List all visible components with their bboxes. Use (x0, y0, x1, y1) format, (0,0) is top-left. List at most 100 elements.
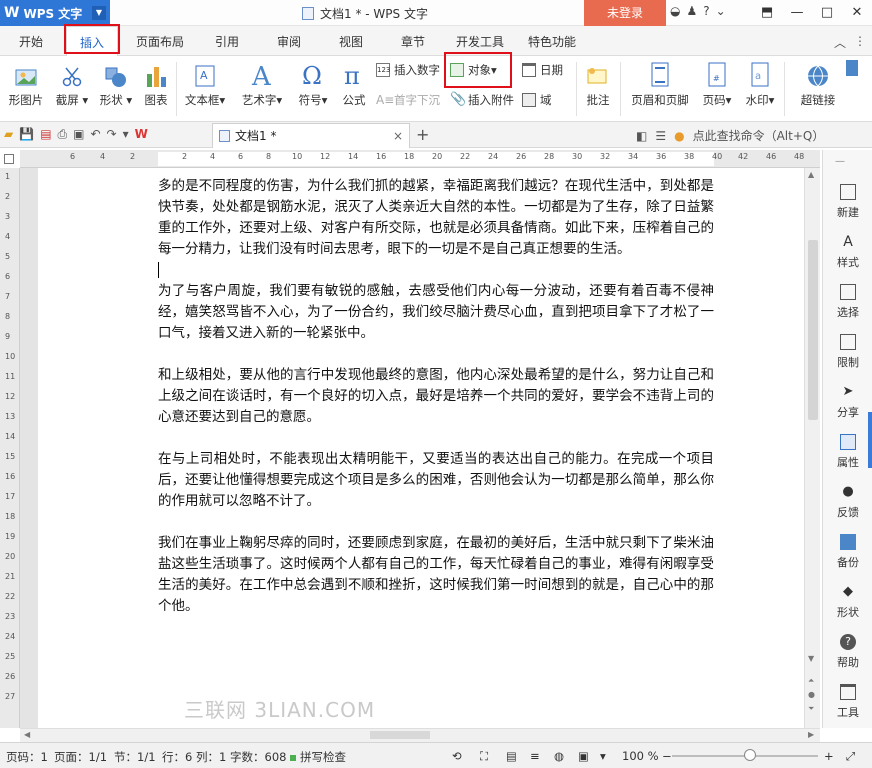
insert-number-button[interactable]: 123 插入数字 (376, 62, 440, 78)
maximize-button[interactable]: □ (812, 0, 842, 26)
login-button[interactable]: 未登录 (584, 0, 666, 26)
tab-special[interactable]: 特色功能 (522, 26, 582, 56)
close-tab-icon[interactable]: × (393, 124, 403, 148)
side-tools-button[interactable]: 工具 (823, 684, 872, 720)
fullscreen-view-icon[interactable]: ⛶ (480, 749, 488, 764)
page-number-button[interactable]: # 页码▾ (698, 60, 736, 108)
next-page-icon[interactable]: ⏷ (808, 704, 814, 714)
panel-toggle-icon[interactable]: — (835, 156, 845, 167)
side-style-button[interactable]: A 样式 (823, 234, 872, 270)
print-preview-icon[interactable]: ▣ (73, 127, 84, 142)
ruler-tab-selector[interactable] (4, 154, 14, 164)
side-shapes-button[interactable]: ◆ 形状 (823, 584, 872, 620)
layout-icon[interactable]: ◧ (636, 129, 647, 143)
scroll-left-icon[interactable]: ◀ (24, 730, 30, 739)
shapes-button[interactable]: 形状 ▾ (96, 60, 136, 108)
skin-icon[interactable]: ◒ (670, 4, 680, 18)
document-page[interactable]: 多的是不同程度的伤害，为什么我们抓的越紧，幸福距离我们越远？在现代生活中，到处都… (38, 168, 804, 728)
paragraph[interactable]: 为了与客户周旋，我们要有敏锐的感触，去感受他们内心每一分波动，还要有着百毒不侵神… (158, 281, 714, 344)
side-share-button[interactable]: ➤ 分享 (823, 384, 872, 420)
header-footer-button[interactable]: 页眉和页脚 (626, 60, 694, 108)
tab-page-layout[interactable]: 页面布局 (130, 26, 190, 56)
watermark-button[interactable]: a 水印▾ (740, 60, 780, 108)
status-row-col[interactable]: 行：6 列：1 (162, 749, 226, 765)
command-search[interactable]: 点此查找命令（Alt+Q） (693, 127, 825, 144)
hscroll-thumb[interactable] (370, 731, 430, 739)
comment-button[interactable]: 批注 (580, 60, 616, 108)
insert-attachment-button[interactable]: 📎 插入附件 (450, 92, 514, 108)
formula-button[interactable]: π 公式 (336, 60, 372, 108)
chevron-down-icon[interactable]: ▾ (600, 749, 606, 763)
outline-view-icon[interactable]: ≡ (530, 749, 540, 763)
chevron-down-icon[interactable]: ▼ (92, 6, 106, 20)
help-button[interactable]: ? (703, 4, 709, 18)
zoom-in-button[interactable]: + (824, 749, 834, 763)
tab-references[interactable]: 引用 (204, 26, 250, 56)
tab-view[interactable]: 视图 (328, 26, 374, 56)
save-icon[interactable]: 💾 (19, 127, 34, 142)
page-view-icon[interactable]: ▤ (506, 749, 517, 763)
horizontal-scrollbar[interactable]: ◀ ▶ (20, 728, 820, 742)
redo-icon[interactable]: ↷ (107, 127, 117, 142)
wordart-button[interactable]: A 艺术字▾ (236, 60, 288, 108)
tab-chapter[interactable]: 章节 (390, 26, 436, 56)
paragraph[interactable]: 我们在事业上鞠躬尽瘁的同时，还要顾虑到家庭，在最初的美好后，生活中就只剩下了柴米… (158, 533, 714, 617)
vertical-scrollbar[interactable]: ▲ ▼ ⏶ ● ⏷ (804, 168, 820, 728)
paragraph[interactable]: 多的是不同程度的伤害，为什么我们抓的越紧，幸福距离我们越远？在现代生活中，到处都… (158, 176, 714, 260)
browse-object-icon[interactable]: ● (808, 690, 815, 699)
vertical-ruler[interactable]: 1 2 3 4 5 6 7 8 9 10 11 12 13 14 15 16 1… (0, 168, 20, 728)
new-tab-button[interactable]: + (416, 125, 429, 144)
scroll-thumb[interactable] (808, 240, 818, 420)
minimize-button[interactable]: — (782, 0, 812, 26)
chart-button[interactable]: 图表 (140, 60, 172, 108)
tab-review[interactable]: 审阅 (266, 26, 312, 56)
wps-doc-icon[interactable]: W (135, 127, 148, 142)
side-select-button[interactable]: 选择 (823, 284, 872, 320)
field-button[interactable]: 域 (522, 92, 552, 108)
status-section[interactable]: 节：1/1 (114, 749, 156, 765)
status-page-number[interactable]: 页码：1 (6, 749, 48, 765)
screenshot-button[interactable]: 截屏 ▾ (52, 60, 92, 108)
zoom-slider-knob[interactable] (744, 749, 756, 761)
reading-view-icon[interactable]: ▣ (578, 749, 589, 763)
side-restrict-button[interactable]: 限制 (823, 334, 872, 370)
chevron-up-icon[interactable]: ︿ (834, 34, 846, 51)
tab-home[interactable]: 开始 (8, 26, 54, 56)
zoom-value[interactable]: 100 % (622, 749, 659, 763)
document-canvas[interactable]: 多的是不同程度的伤害，为什么我们抓的越紧，幸福距离我们越远？在现代生活中，到处都… (20, 168, 804, 728)
scroll-right-icon[interactable]: ▶ (808, 730, 814, 739)
textbox-button[interactable]: A 文本框▾ (180, 60, 230, 108)
app-menu-button[interactable]: W WPS 文字 ▼ (0, 0, 110, 26)
web-view-icon[interactable]: ◍ (554, 749, 564, 763)
more-icon[interactable]: ⋮ (854, 34, 866, 51)
undo-icon[interactable]: ↶ (90, 127, 100, 142)
customize-dropdown-icon[interactable]: ▾ (123, 127, 129, 142)
scroll-down-icon[interactable]: ▼ (808, 654, 814, 663)
fullscreen-icon[interactable]: ⬒ (752, 0, 782, 26)
horizontal-ruler[interactable]: 6 4 2 2 4 6 8 10 12 14 16 18 20 22 24 26… (20, 150, 820, 168)
side-new-button[interactable]: 新建 (823, 184, 872, 220)
history-icon[interactable]: ⟲ (452, 749, 462, 763)
prev-page-icon[interactable]: ⏶ (808, 676, 814, 686)
list-icon[interactable]: ☰ (655, 129, 666, 143)
status-pages[interactable]: 页面：1/1 (54, 749, 107, 765)
picture-button[interactable]: 形图片 (6, 60, 46, 108)
shirt-icon[interactable]: ♟ (686, 4, 697, 18)
document-body[interactable]: 多的是不同程度的伤害，为什么我们抓的越紧，幸福距离我们越远？在现代生活中，到处都… (158, 176, 714, 638)
scroll-up-icon[interactable]: ▲ (808, 170, 814, 179)
paragraph[interactable]: 在与上司相处时，不能表现出太精明能干，又要适当的表达出自己的能力。在完成一个项目… (158, 449, 714, 512)
chevron-down-icon[interactable]: ⌄ (716, 4, 726, 18)
fit-page-icon[interactable]: ⤢ (846, 749, 855, 764)
export-pdf-icon[interactable]: ▤ (40, 127, 51, 142)
ribbon-overflow-icon[interactable] (846, 60, 858, 76)
hyperlink-button[interactable]: 超链接 (794, 60, 842, 108)
first-drop-button[interactable]: A≡ 首字下沉 (376, 92, 440, 108)
close-button[interactable]: ✕ (842, 0, 872, 26)
paragraph[interactable]: 和上级相处，要从他的言行中发现他最终的意图，他内心深处最希望的是什么，努力让自己… (158, 365, 714, 428)
status-word-count[interactable]: 字数：608 (230, 749, 286, 765)
side-properties-button[interactable]: 属性 (823, 434, 872, 470)
side-backup-button[interactable]: 备份 (823, 534, 872, 570)
open-folder-icon[interactable]: ▰ (4, 127, 13, 142)
side-feedback-button[interactable]: ● 反馈 (823, 484, 872, 520)
zoom-out-button[interactable]: − (662, 749, 672, 763)
